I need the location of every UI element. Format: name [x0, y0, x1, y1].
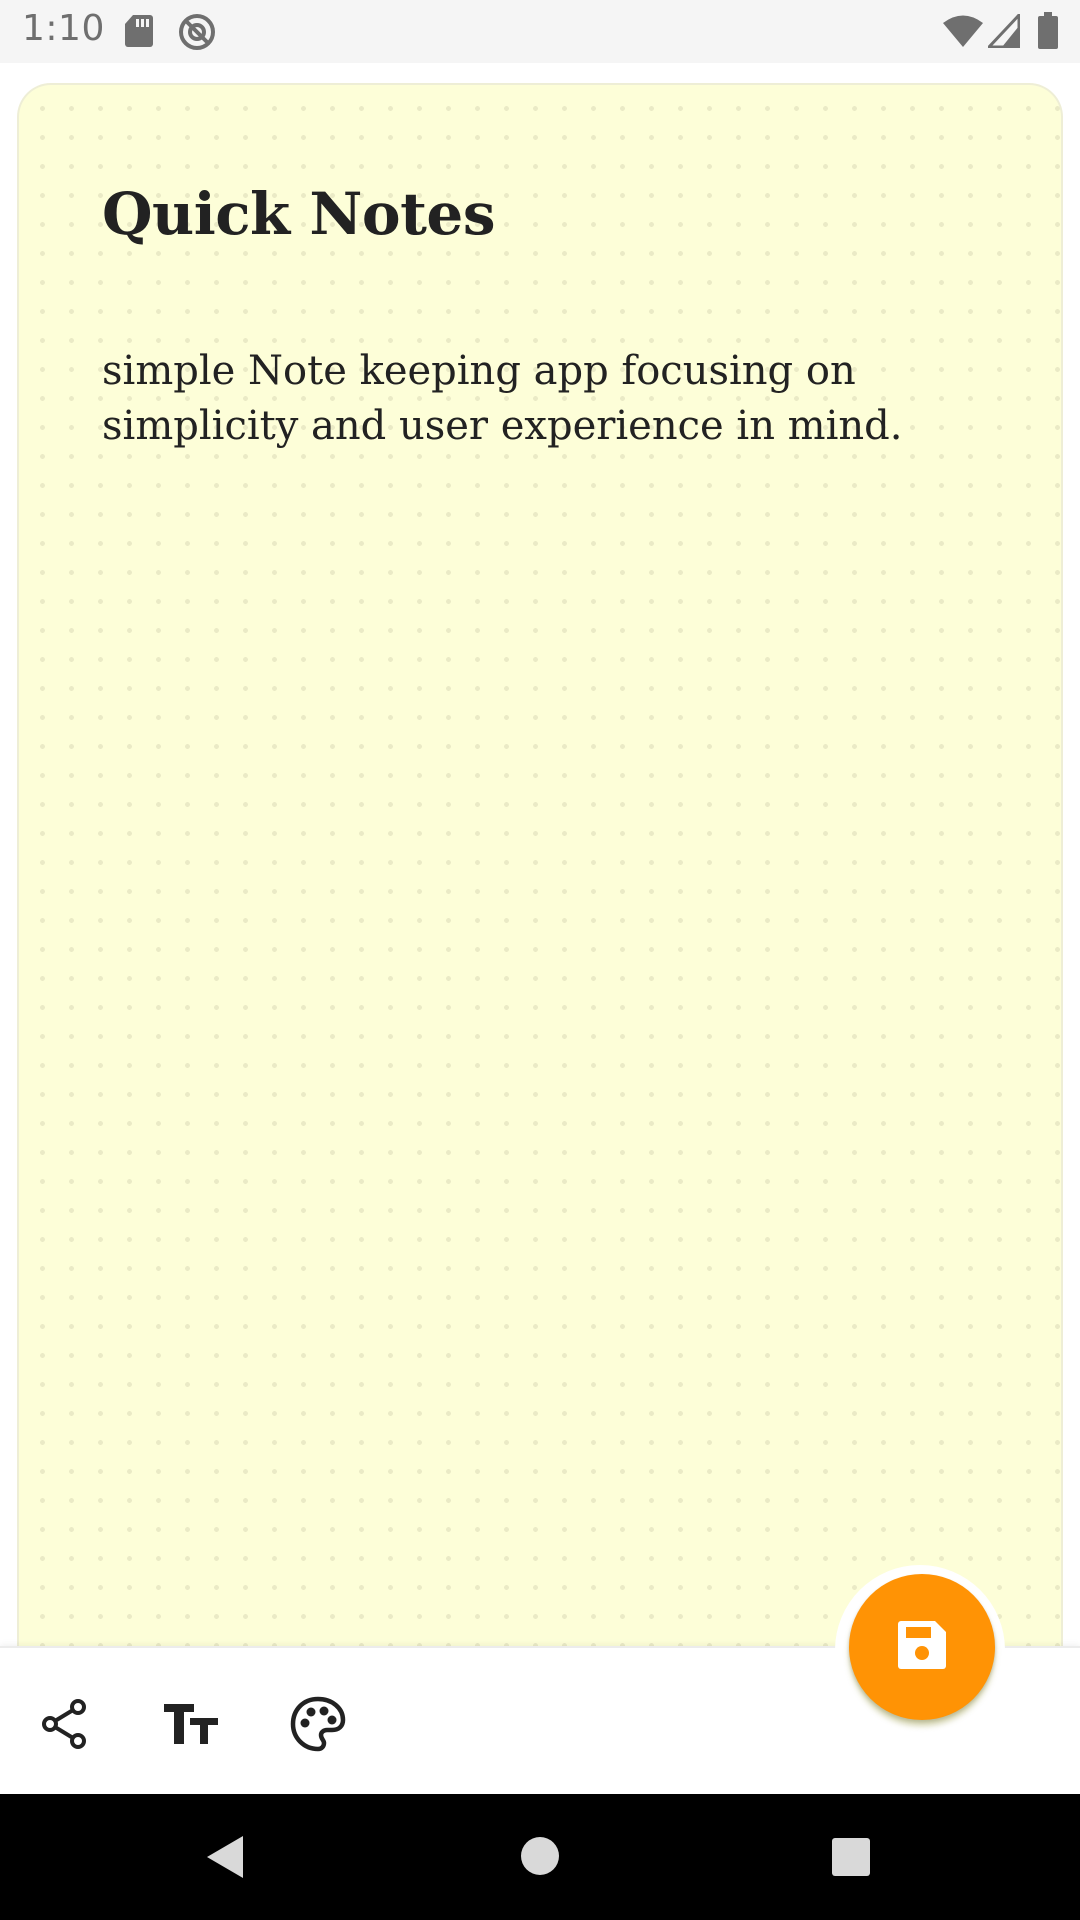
home-button[interactable]: [520, 1836, 560, 1880]
share-button[interactable]: [28, 1688, 100, 1760]
cellular-signal-icon: [985, 11, 1021, 52]
note-card[interactable]: [17, 83, 1063, 1683]
text-size-button[interactable]: [155, 1688, 227, 1760]
battery-icon: [1037, 12, 1059, 54]
back-button[interactable]: [205, 1834, 245, 1884]
wifi-icon: [942, 14, 984, 52]
note-title[interactable]: Quick Notes: [102, 180, 495, 248]
status-time: 1:10: [22, 8, 105, 49]
save-button[interactable]: [849, 1574, 995, 1720]
save-icon: [897, 1620, 947, 1674]
palette-icon: [289, 1695, 347, 1753]
note-body[interactable]: simple Note keeping app focusing on simp…: [102, 344, 982, 454]
at-sign-icon: [177, 12, 217, 56]
text-size-icon: [163, 1702, 219, 1746]
home-icon: [520, 1837, 560, 1880]
status-bar: 1:10: [0, 0, 1080, 63]
sd-card-icon: [124, 14, 154, 52]
palette-button[interactable]: [282, 1688, 354, 1760]
recents-button[interactable]: [831, 1837, 871, 1881]
system-nav-bar: [0, 1794, 1080, 1920]
share-icon: [37, 1697, 91, 1751]
back-icon: [205, 1836, 245, 1884]
recents-icon: [831, 1838, 871, 1881]
